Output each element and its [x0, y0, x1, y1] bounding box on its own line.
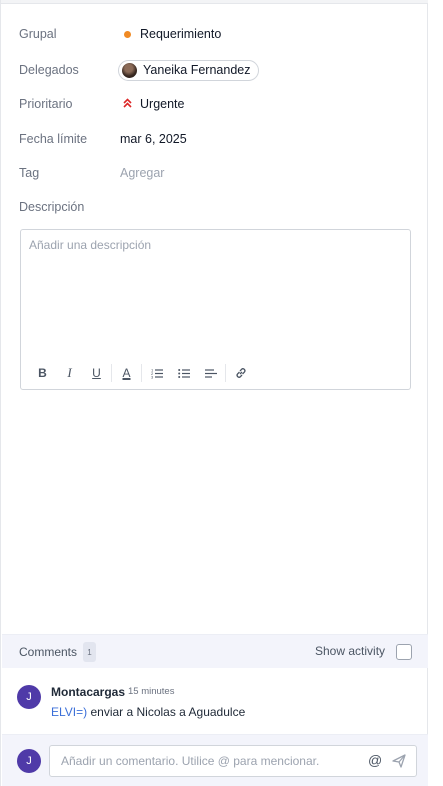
field-label-delegados: Delegados [19, 63, 79, 77]
send-icon[interactable] [391, 753, 407, 769]
assignee-value: Yaneika Fernandez [118, 59, 260, 81]
comment-text-body: enviar a Nicolas a Aguadulce [87, 705, 246, 719]
double-chevron-up-icon [123, 97, 132, 111]
comment-composer: J Añadir un comentario. Utilice @ para m… [2, 734, 429, 786]
field-label-fecha-limite: Fecha límite [19, 132, 88, 146]
avatar: J [17, 749, 41, 773]
mention-at-icon[interactable]: @ [368, 752, 382, 768]
field-label-tag: Tag [19, 166, 40, 180]
comment-input-placeholder: Añadir un comentario. Utilice @ para men… [61, 754, 320, 768]
italic-icon[interactable]: I [56, 362, 83, 384]
description-placeholder: Añadir una descripción [29, 238, 152, 252]
field-grupal: Grupal Requerimiento [19, 22, 419, 46]
comment-input[interactable]: Añadir un comentario. Utilice @ para men… [49, 745, 417, 777]
avatar [122, 62, 137, 78]
toolbar-divider [225, 364, 226, 382]
field-label-prioritario: Prioritario [19, 97, 73, 111]
task-detail-panel: Grupal Requerimiento Delegados Yaneika F… [0, 0, 429, 786]
comments-count-badge: 1 [83, 642, 96, 662]
top-divider [1, 0, 429, 4]
toolbar-divider [111, 364, 112, 382]
priority-value[interactable]: Urgente [120, 97, 184, 111]
comments-header: Comments 1 Show activity [2, 634, 429, 668]
comments-title: Comments [19, 645, 78, 659]
comment-author: Montacargas [51, 685, 126, 699]
comment-timestamp: 15 minutes [128, 686, 175, 697]
add-tag-button[interactable]: Agregar [120, 166, 164, 180]
field-label-grupal: Grupal [19, 27, 57, 41]
assignee-chip[interactable]: Yaneika Fernandez [118, 59, 260, 81]
field-tag: Tag Agregar [19, 161, 419, 185]
field-prioritario: Prioritario Urgente [19, 92, 419, 116]
avatar: J [17, 685, 41, 709]
align-icon[interactable] [197, 362, 224, 384]
field-fecha-limite: Fecha límite mar 6, 2025 [19, 127, 419, 151]
description-editor[interactable]: Añadir una descripción B I U A 123 [20, 229, 411, 390]
page-edge [428, 0, 443, 786]
show-activity-checkbox[interactable] [396, 644, 412, 660]
group-value[interactable]: Requerimiento [120, 27, 221, 41]
comment-text: ELVI=) enviar a Nicolas a Aguadulce [51, 705, 245, 719]
field-delegados: Delegados Yaneika Fernandez [19, 58, 419, 82]
ordered-list-icon[interactable]: 123 [143, 362, 170, 384]
assignee-name: Yaneika Fernandez [143, 63, 251, 77]
priority-value-text: Urgente [140, 97, 185, 111]
underline-icon[interactable]: U [83, 362, 110, 384]
toolbar-divider [141, 364, 142, 382]
field-descripcion: Descripción [19, 195, 419, 219]
comment-item: J Montacargas 15 minutes ELVI=) enviar a… [1, 668, 429, 734]
mention-link[interactable]: ELVI=) [51, 705, 87, 719]
bold-icon[interactable]: B [29, 362, 56, 384]
field-label-descripcion: Descripción [19, 200, 85, 214]
link-icon[interactable] [227, 362, 254, 384]
editor-toolbar: B I U A 123 [29, 362, 254, 384]
text-color-icon[interactable]: A [113, 362, 140, 384]
group-value-text: Requerimiento [140, 27, 222, 41]
svg-text:3: 3 [151, 374, 154, 379]
due-date-value[interactable]: mar 6, 2025 [120, 132, 187, 146]
bullet-list-icon[interactable] [170, 362, 197, 384]
show-activity-label: Show activity [315, 644, 386, 658]
status-dot-icon [124, 30, 131, 38]
